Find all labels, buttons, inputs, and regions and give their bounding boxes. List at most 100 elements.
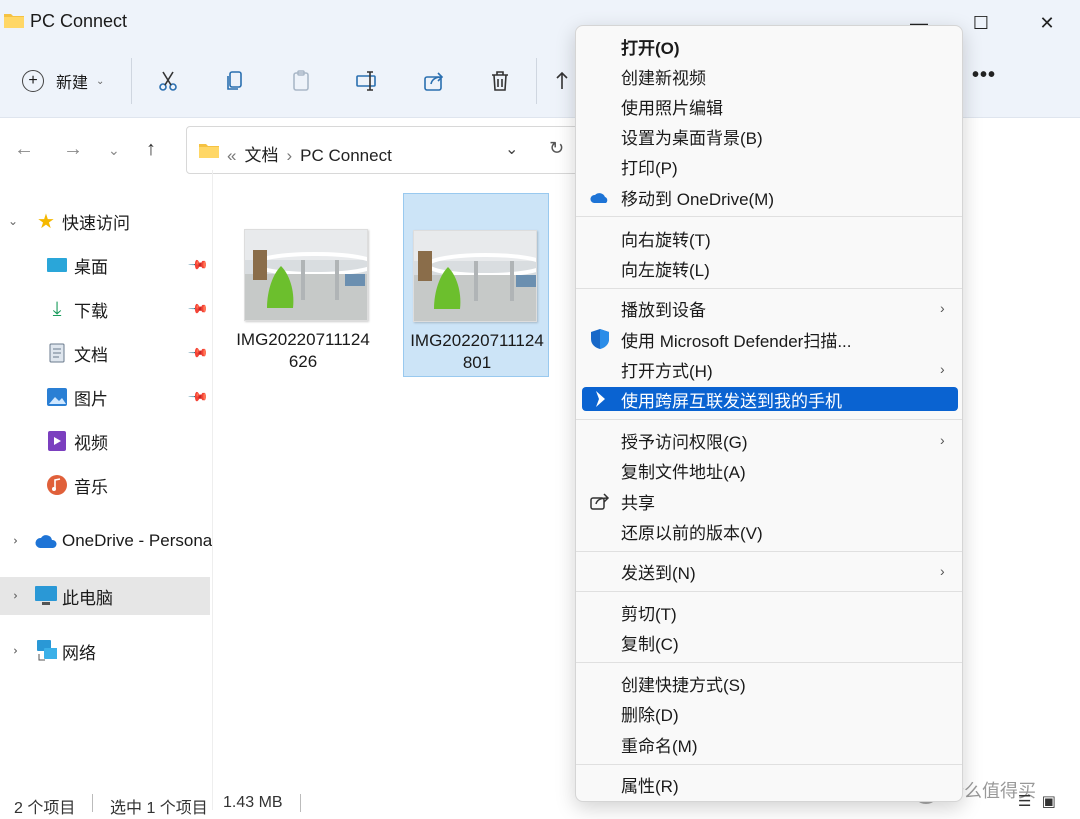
menu-item-label: 剪切(T): [621, 604, 677, 624]
sidebar-item-onedrive[interactable]: ⌄ OneDrive - Persona: [0, 522, 212, 560]
pictures-icon: [46, 386, 68, 408]
refresh-button[interactable]: ↻: [549, 138, 564, 159]
plus-icon: +: [22, 70, 44, 92]
menu-item-send-to-phone[interactable]: 使用跨屏互联发送到我的手机: [582, 387, 958, 411]
menu-item-move-to-onedrive[interactable]: 移动到 OneDrive(M): [582, 182, 958, 212]
breadcrumb-overflow[interactable]: «: [227, 146, 236, 165]
close-button[interactable]: ✕: [1024, 8, 1070, 38]
menu-item-rotate-left[interactable]: 向左旋转(L): [582, 253, 958, 283]
file-item-selected[interactable]: IMG20220711124801: [403, 193, 549, 377]
chevron-right-icon: ›: [940, 432, 945, 448]
menu-item-cut[interactable]: 剪切(T): [582, 597, 958, 627]
chevron-right-icon[interactable]: ⌄: [6, 646, 20, 656]
scissors-icon: [159, 71, 177, 91]
menu-item-copy-as-path[interactable]: 复制文件地址(A): [582, 455, 958, 485]
delete-button[interactable]: [485, 66, 515, 96]
folder-icon: [4, 14, 24, 28]
menu-item-create-shortcut[interactable]: 创建快捷方式(S): [582, 668, 958, 698]
menu-item-label: 向右旋转(T): [621, 230, 711, 250]
sidebar-item-label: OneDrive - Persona: [62, 531, 212, 550]
menu-item-label: 重命名(M): [621, 736, 698, 756]
menu-item-properties[interactable]: 属性(R): [582, 769, 958, 799]
rename-button[interactable]: [352, 66, 382, 96]
sidebar-item-label: 快速访问: [62, 213, 130, 233]
copy-icon: [227, 71, 242, 90]
breadcrumb-separator[interactable]: ›: [286, 146, 292, 165]
menu-item-print[interactable]: 打印(P): [582, 151, 958, 181]
menu-item-open-with[interactable]: 打开方式(H) ›: [582, 354, 958, 384]
sidebar-item-music[interactable]: 音乐: [0, 466, 212, 504]
pane-divider: [212, 170, 213, 810]
onedrive-icon: [35, 530, 57, 552]
menu-item-edit-with-photos[interactable]: 使用照片编辑: [582, 91, 958, 121]
menu-item-send-to[interactable]: 发送到(N) ›: [582, 556, 958, 586]
menu-item-rename[interactable]: 重命名(M): [582, 729, 958, 759]
address-history-button[interactable]: ⌄: [505, 139, 518, 159]
forward-button[interactable]: →: [63, 138, 83, 161]
menu-item-label: 使用跨屏互联发送到我的手机: [621, 391, 842, 411]
menu-separator: [576, 764, 962, 765]
menu-item-label: 复制文件地址(A): [621, 462, 746, 482]
sidebar-item-pictures[interactable]: 图片 📌: [0, 378, 212, 416]
image-thumbnail: [413, 230, 537, 322]
pin-icon: 📌: [187, 297, 210, 320]
address-bar[interactable]: « 文档 › PC Connect ⌄ ↻: [186, 126, 606, 174]
menu-item-defender-scan[interactable]: 使用 Microsoft Defender扫描...: [582, 324, 958, 354]
toolbar-divider: [131, 58, 132, 104]
breadcrumb-item[interactable]: PC Connect: [300, 146, 392, 165]
menu-item-rotate-right[interactable]: 向右旋转(T): [582, 223, 958, 253]
menu-item-label: 删除(D): [621, 705, 679, 725]
sidebar-item-desktop[interactable]: 桌面 📌: [0, 246, 212, 284]
menu-item-label: 授予访问权限(G): [621, 432, 748, 452]
sidebar-item-videos[interactable]: 视频: [0, 422, 212, 460]
cut-button[interactable]: [153, 66, 183, 96]
sidebar-item-this-pc[interactable]: ⌄ 此电脑: [0, 577, 210, 615]
menu-item-share[interactable]: 共享: [582, 486, 958, 516]
menu-item-delete[interactable]: 删除(D): [582, 698, 958, 728]
new-button[interactable]: + 新建 ⌄: [22, 66, 104, 96]
chevron-down-icon[interactable]: ⌄: [8, 214, 18, 228]
menu-item-create-video[interactable]: 创建新视频: [582, 61, 958, 91]
paste-button[interactable]: [286, 66, 316, 96]
paste-icon: [293, 70, 309, 91]
sidebar-item-downloads[interactable]: ⤓ 下载 📌: [0, 290, 212, 328]
maximize-button[interactable]: ☐: [958, 8, 1004, 38]
breadcrumb: « 文档 › PC Connect: [227, 141, 392, 166]
tiles-view-icon[interactable]: ▣: [1042, 793, 1056, 810]
rename-icon: [356, 71, 376, 91]
menu-item-grant-access[interactable]: 授予访问权限(G) ›: [582, 425, 958, 455]
sidebar-item-network[interactable]: ⌄ 网络: [0, 632, 212, 670]
image-thumbnail: [244, 229, 368, 321]
back-button[interactable]: ←: [14, 138, 34, 161]
menu-item-label: 打印(P): [621, 158, 678, 178]
recent-locations-button[interactable]: ⌄: [108, 142, 120, 159]
sidebar-item-label: 音乐: [74, 477, 108, 497]
share-button[interactable]: [419, 66, 449, 96]
menu-item-open[interactable]: 打开(O): [582, 31, 958, 61]
sidebar-item-label: 下载: [74, 301, 108, 321]
up-button[interactable]: ↑: [146, 138, 156, 161]
details-view-icon[interactable]: ☰: [1018, 793, 1031, 810]
video-icon: [46, 430, 68, 452]
sidebar-item-label: 桌面: [74, 257, 108, 277]
pin-icon: 📌: [187, 253, 210, 276]
menu-item-cast-to-device[interactable]: 播放到设备 ›: [582, 293, 958, 323]
menu-item-set-as-background[interactable]: 设置为桌面背景(B): [582, 121, 958, 151]
menu-item-copy[interactable]: 复制(C): [582, 627, 958, 657]
new-label: 新建: [56, 75, 89, 92]
sidebar-item-quick-access[interactable]: ⌄ ★ 快速访问: [0, 202, 212, 240]
chevron-right-icon[interactable]: ⌄: [6, 536, 20, 546]
menu-separator: [576, 419, 962, 420]
view-toggle[interactable]: ☰ ▣: [1018, 792, 1056, 810]
menu-separator: [576, 591, 962, 592]
sidebar-item-documents[interactable]: 文档 📌: [0, 334, 212, 372]
status-divider: [92, 794, 93, 812]
breadcrumb-item[interactable]: 文档: [244, 146, 278, 165]
file-item[interactable]: IMG20220711124626: [230, 193, 376, 377]
pc-icon: [35, 585, 57, 607]
more-options-button[interactable]: •••: [972, 64, 996, 87]
menu-item-restore-previous[interactable]: 还原以前的版本(V): [582, 516, 958, 546]
copy-button[interactable]: [220, 66, 250, 96]
chevron-right-icon[interactable]: ⌄: [6, 591, 20, 601]
chevron-right-icon: ›: [940, 563, 945, 579]
